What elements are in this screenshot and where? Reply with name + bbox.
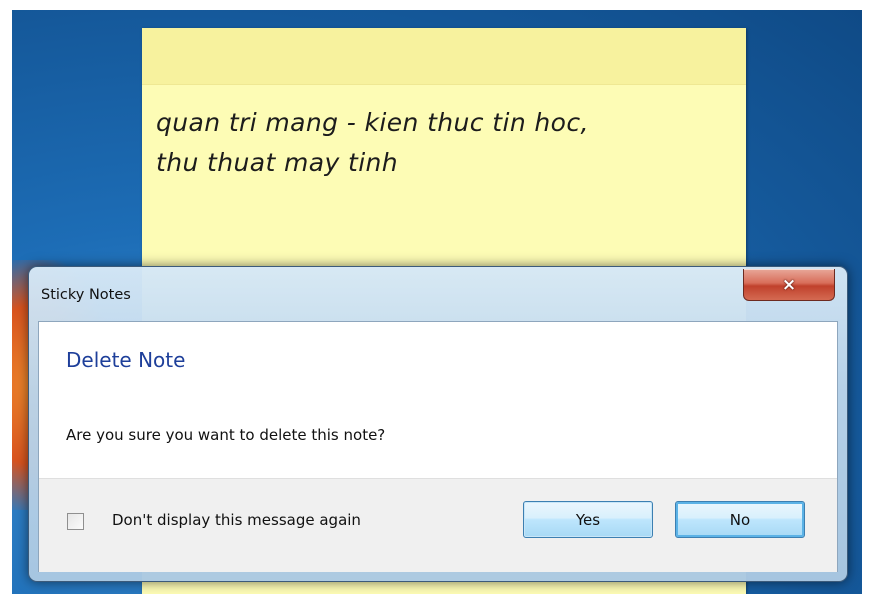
dont-display-checkbox[interactable] (67, 513, 84, 530)
sticky-note-line-2: thu thuat may tinh (156, 148, 399, 177)
dialog-message: Are you sure you want to delete this not… (66, 426, 386, 444)
dialog-footer: Don't display this message again Yes No (39, 478, 837, 572)
main-instruction: Delete Note (66, 348, 186, 372)
desktop: quan tri mang - kien thuc tin hoc, thu t… (12, 10, 862, 594)
close-button[interactable]: × (743, 269, 835, 301)
delete-note-dialog: Sticky Notes × Delete Note Are you sure … (28, 266, 848, 582)
sticky-note-header[interactable] (142, 28, 746, 85)
dialog-title-bar[interactable]: Sticky Notes × (29, 267, 847, 321)
dialog-title: Sticky Notes (41, 287, 131, 303)
dialog-message-area: Delete Note Are you sure you want to del… (39, 322, 837, 478)
sticky-note-line-1: quan tri mang - kien thuc tin hoc, (156, 108, 589, 137)
dont-display-checkbox-label[interactable]: Don't display this message again (112, 511, 361, 529)
dialog-content: Delete Note Are you sure you want to del… (38, 321, 838, 572)
close-icon: × (781, 274, 797, 295)
no-button[interactable]: No (675, 501, 805, 538)
sticky-note-text[interactable]: quan tri mang - kien thuc tin hoc, thu t… (142, 85, 746, 183)
yes-button[interactable]: Yes (523, 501, 653, 538)
